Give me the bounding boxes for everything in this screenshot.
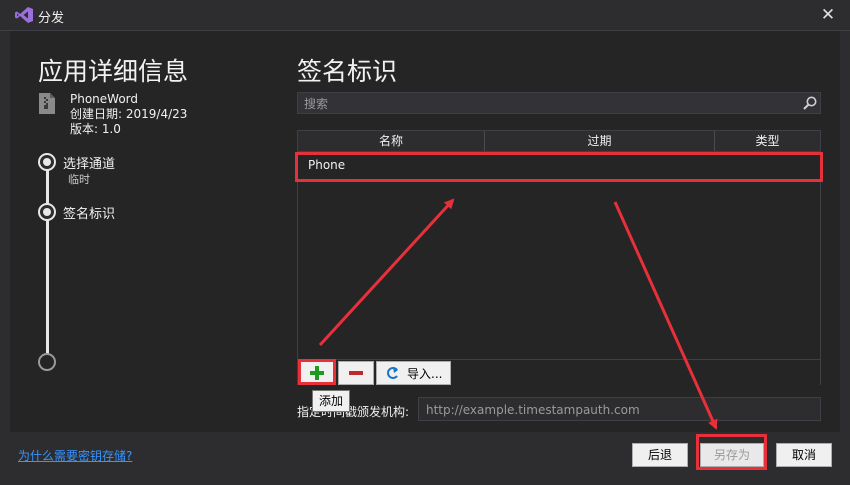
zip-file-icon (39, 93, 55, 114)
search-box (297, 92, 821, 114)
import-label: 导入... (407, 367, 443, 381)
step-signing-identity[interactable]: 签名标识 (63, 203, 115, 222)
app-name: PhoneWord (70, 92, 139, 106)
timestamp-authority-input[interactable] (424, 399, 823, 421)
app-details-heading: 应用详细信息 (38, 57, 189, 86)
signing-identity-heading: 签名标识 (297, 57, 398, 86)
signing-identity-list: 名称 过期 类型 Phone 导入... (297, 130, 821, 385)
step-2-indicator (38, 203, 56, 221)
keystore-help-link[interactable]: 为什么需要密钥存储? (18, 447, 132, 464)
plus-icon (310, 366, 324, 380)
step-select-channel-value: 临时 (68, 173, 90, 186)
back-button[interactable]: 后退 (632, 443, 688, 467)
list-toolbar: 导入... (298, 359, 820, 385)
column-header-expires[interactable]: 过期 (485, 131, 715, 151)
import-button[interactable]: 导入... (376, 361, 451, 385)
close-button[interactable]: ✕ (818, 5, 838, 25)
cancel-button[interactable]: 取消 (776, 443, 832, 467)
search-icon[interactable] (802, 95, 818, 111)
list-item[interactable]: Phone (298, 153, 820, 177)
list-item-name: Phone (308, 158, 346, 172)
column-header-type[interactable]: 类型 (715, 131, 820, 151)
search-input[interactable] (302, 94, 786, 114)
window-title: 分发 (38, 11, 65, 26)
step-1-indicator (38, 153, 56, 171)
step-select-channel[interactable]: 选择通道 (63, 153, 115, 172)
save-as-button[interactable]: 另存为 (700, 443, 764, 467)
list-header: 名称 过期 类型 (298, 131, 820, 152)
app-created-date: 创建日期: 2019/4/23 (70, 107, 188, 121)
app-info: PhoneWord 创建日期: 2019/4/23 版本: 1.0 (70, 92, 187, 137)
column-header-name[interactable]: 名称 (298, 131, 485, 151)
remove-identity-button[interactable] (338, 361, 374, 385)
minus-icon (349, 371, 363, 375)
title-bar: 分发 ✕ (0, 0, 850, 31)
add-tooltip: 添加 (312, 390, 350, 412)
step-3-indicator (38, 353, 56, 371)
import-icon (387, 367, 398, 379)
app-version: 版本: 1.0 (70, 122, 121, 136)
steps-progress-line (46, 162, 49, 360)
timestamp-authority-field (418, 397, 823, 421)
visual-studio-logo-icon (15, 7, 33, 23)
add-identity-button[interactable] (300, 361, 334, 385)
